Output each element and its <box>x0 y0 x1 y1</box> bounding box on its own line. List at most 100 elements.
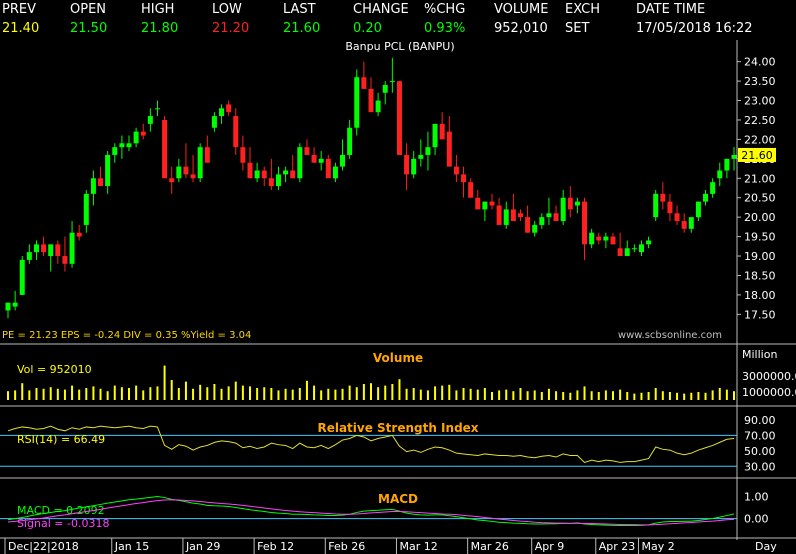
rsi-tick-label-0: 90.00 <box>744 414 776 427</box>
candle-body <box>98 178 104 187</box>
rsi-tick-label-3: 30.00 <box>744 460 776 473</box>
candle-body <box>311 154 317 163</box>
candle-body <box>603 236 609 241</box>
stock-chart: Banpu PCL (BANPU) 24.00 23.50 23.00 22.50 22.… <box>0 40 796 554</box>
price-tick-label-9: 19.50 <box>744 231 776 244</box>
candle-body <box>247 162 253 179</box>
candle-body <box>140 131 146 136</box>
candle-body <box>240 147 246 163</box>
candle-body <box>90 178 96 194</box>
candle-body <box>332 166 338 179</box>
candle-body <box>162 119 168 179</box>
candle-body <box>731 154 737 159</box>
candle-body <box>638 244 644 253</box>
x-tick-label-2: Jan 29 <box>185 540 220 553</box>
candle-body <box>475 197 481 210</box>
candle-body <box>596 236 602 241</box>
candle-body <box>674 213 680 222</box>
candle-body <box>418 154 424 159</box>
price-tick-label-0: 24.00 <box>744 56 776 69</box>
candle-body <box>396 81 402 155</box>
candle-body <box>703 193 709 202</box>
candle-body <box>361 77 367 89</box>
candle-body <box>411 158 417 175</box>
x-tick-label-0: Dec|22|2018 <box>8 540 79 553</box>
x-tick-label-7: Apr 9 <box>535 540 565 553</box>
candle-body <box>532 224 538 233</box>
candle-body <box>439 123 445 140</box>
x-tick-label-1: Jan 15 <box>114 540 149 553</box>
candle-body <box>461 174 467 183</box>
rsi-tick-label-2: 50.00 <box>744 445 776 458</box>
rsi-title: Relative Strength Index <box>317 421 478 435</box>
candle-body <box>631 248 637 250</box>
volume-tick-label-1: 1000000.0 <box>742 386 796 399</box>
candle-body <box>453 166 459 175</box>
candle-body <box>169 178 175 183</box>
candle-body <box>33 244 39 253</box>
candle-body <box>539 217 545 225</box>
candle-body <box>226 104 232 113</box>
candle-body <box>318 158 324 163</box>
candle-body <box>517 213 523 218</box>
candle-body <box>76 232 82 237</box>
candle-body <box>340 154 346 167</box>
price-tick-label-4: 22.00 <box>744 133 776 146</box>
candle-body <box>233 116 239 148</box>
candle-body <box>183 166 189 175</box>
candle-body <box>375 100 381 113</box>
candle-body <box>710 182 716 194</box>
candle-body <box>347 127 353 155</box>
candle-body <box>297 147 303 179</box>
candle-body <box>489 201 495 206</box>
candle-body <box>268 178 274 187</box>
candle-body <box>55 244 61 257</box>
candle-body <box>446 131 452 167</box>
candle-body <box>19 259 25 295</box>
fundamentals-text: PE = 21.23 EPS = -0.24 DIV = 0.35 %Yield… <box>2 330 251 341</box>
price-tick-label-13: 17.50 <box>744 308 776 321</box>
candle-body <box>610 236 616 245</box>
macd-series-line-1 <box>7 499 735 526</box>
candle-body <box>510 209 516 222</box>
price-tick-label-3: 22.50 <box>744 114 776 127</box>
rsi-label: RSI(14) = 66.49 <box>17 433 105 446</box>
candle-body <box>567 197 573 210</box>
candle-body <box>653 193 659 218</box>
price-tick-label-7: 20.50 <box>744 192 776 205</box>
macd-tick-label-1: 0.00 <box>744 513 769 526</box>
candle-body <box>574 201 580 206</box>
candle-body <box>105 154 111 187</box>
candle-body <box>62 256 68 264</box>
candle-body <box>48 244 54 257</box>
candle-body <box>432 123 438 148</box>
candle-body <box>147 116 153 124</box>
x-axis-unit: Day <box>755 540 777 553</box>
candle-body <box>624 248 630 257</box>
x-tick-label-8: Apr 23 <box>599 540 636 553</box>
candle-body <box>503 209 509 225</box>
candle-body <box>660 193 666 202</box>
candle-body <box>204 147 210 163</box>
candle-body <box>404 154 410 175</box>
price-chart-title: Banpu PCL (BANPU) <box>345 40 454 53</box>
candle-body <box>176 166 182 179</box>
candle-body <box>382 84 388 93</box>
volume-title: Volume <box>373 351 423 365</box>
candle-body <box>12 302 18 307</box>
candle-body <box>546 213 552 218</box>
candle-body <box>646 240 652 245</box>
candle-body <box>69 232 75 264</box>
x-tick-label-9: May 2 <box>641 540 674 553</box>
candle-body <box>119 143 125 148</box>
candle-body <box>112 147 118 155</box>
candle-body <box>553 213 559 222</box>
candle-body <box>211 116 217 128</box>
x-tick-label-4: Feb 26 <box>328 540 365 553</box>
candle-body <box>133 131 139 144</box>
candle-body <box>190 174 196 179</box>
candle-body <box>582 201 588 245</box>
candle-body <box>717 170 723 179</box>
macd-tick-label-0: 1.00 <box>744 490 769 503</box>
x-tick-label-5: Mar 12 <box>399 540 437 553</box>
